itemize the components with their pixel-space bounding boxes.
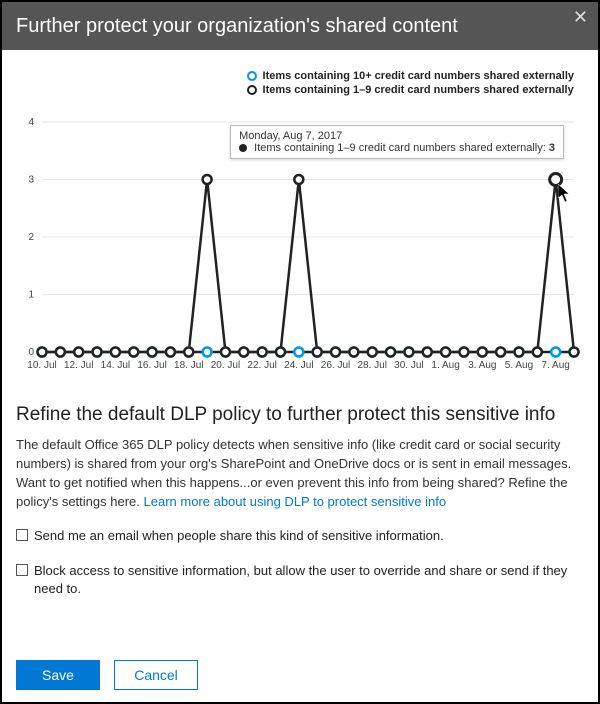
svg-text:0: 0 (28, 347, 34, 358)
svg-text:12. Jul: 12. Jul (64, 360, 93, 371)
svg-text:16. Jul: 16. Jul (137, 360, 166, 371)
chart-tooltip: Monday, Aug 7, 2017 Items containing 1–9… (230, 125, 564, 159)
svg-text:7. Aug: 7. Aug (541, 360, 569, 371)
cancel-button[interactable]: Cancel (114, 660, 198, 690)
svg-text:18. Jul: 18. Jul (174, 360, 203, 371)
dialog: Further protect your organization's shar… (0, 0, 600, 704)
dialog-title: Further protect your organization's shar… (16, 15, 458, 38)
svg-text:14. Jul: 14. Jul (101, 360, 130, 371)
svg-text:26. Jul: 26. Jul (321, 360, 350, 371)
svg-text:2: 2 (28, 232, 34, 243)
legend-marker-icon (247, 71, 257, 81)
svg-text:1: 1 (28, 290, 34, 301)
svg-text:4: 4 (28, 117, 34, 128)
chart-legend: Items containing 10+ credit card numbers… (247, 70, 574, 98)
svg-text:20. Jul: 20. Jul (211, 360, 240, 371)
tooltip-series: Items containing 1–9 credit card numbers… (254, 142, 546, 154)
save-button[interactable]: Save (16, 660, 100, 690)
svg-text:3: 3 (28, 175, 34, 186)
titlebar: Further protect your organization's shar… (2, 2, 598, 50)
svg-text:28. Jul: 28. Jul (357, 360, 386, 371)
tooltip-value: 3 (549, 142, 555, 154)
option-block-label: Block access to sensitive information, b… (34, 562, 584, 598)
dialog-content: Items containing 10+ credit card numbers… (2, 70, 598, 608)
svg-text:10. Jul: 10. Jul (27, 360, 56, 371)
svg-text:3. Aug: 3. Aug (468, 360, 496, 371)
checkbox-email[interactable] (16, 529, 28, 541)
legend-item-0: Items containing 10+ credit card numbers… (247, 70, 574, 82)
body-section: Refine the default DLP policy to further… (16, 404, 584, 598)
close-icon[interactable]: ✕ (573, 8, 588, 26)
learn-more-link[interactable]: Learn more about using DLP to protect se… (144, 494, 447, 509)
svg-text:24. Jul: 24. Jul (284, 360, 313, 371)
legend-label-0: Items containing 10+ credit card numbers… (263, 70, 574, 82)
option-block-row: Block access to sensitive information, b… (16, 562, 584, 598)
chart-svg: 0 1 2 3 4 10. Jul 12. Jul 14. Jul 16. Jul 18. Jul… (16, 70, 582, 378)
button-row: Save Cancel (16, 660, 198, 690)
svg-text:30. Jul: 30. Jul (394, 360, 423, 371)
tooltip-date: Monday, Aug 7, 2017 (239, 130, 555, 142)
option-email-label: Send me an email when people share this … (34, 527, 444, 545)
option-email-row: Send me an email when people share this … (16, 527, 584, 545)
tooltip-marker-icon (239, 144, 247, 152)
section-paragraph: The default Office 365 DLP policy detect… (16, 436, 584, 511)
legend-marker-icon (247, 85, 257, 95)
section-heading: Refine the default DLP policy to further… (16, 404, 584, 426)
svg-text:1. Aug: 1. Aug (431, 360, 459, 371)
chart: Items containing 10+ credit card numbers… (16, 70, 584, 378)
legend-label-1: Items containing 1–9 credit card numbers… (263, 84, 574, 96)
checkbox-block[interactable] (16, 564, 28, 576)
svg-text:5. Aug: 5. Aug (505, 360, 533, 371)
legend-item-1: Items containing 1–9 credit card numbers… (247, 84, 574, 96)
svg-text:22. Jul: 22. Jul (247, 360, 276, 371)
